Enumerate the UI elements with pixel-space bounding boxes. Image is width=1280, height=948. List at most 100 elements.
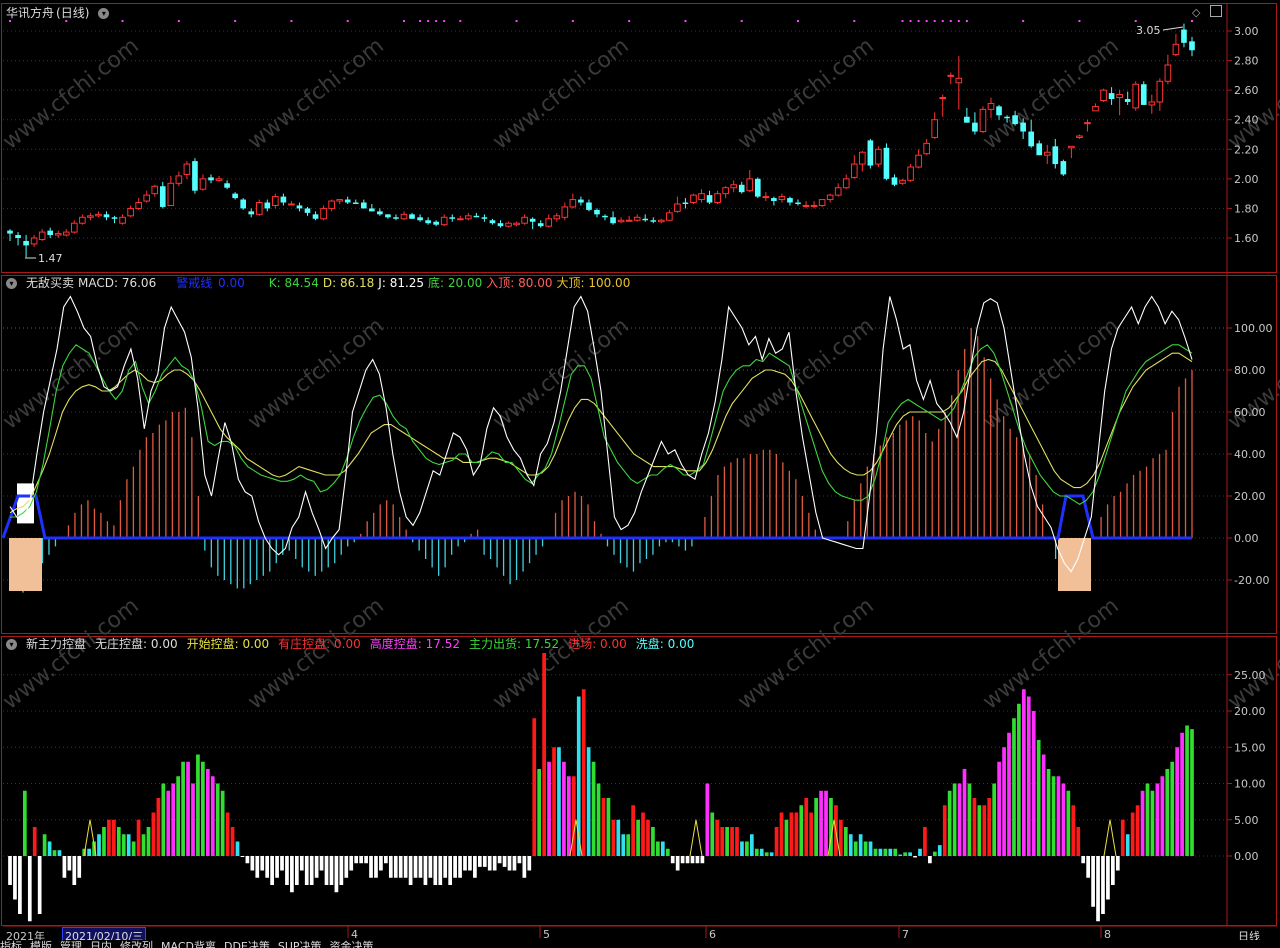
control-bar <box>1160 776 1165 856</box>
control-bar <box>1130 812 1135 856</box>
control-bar <box>853 841 858 856</box>
control-bar <box>354 856 359 864</box>
candle-body <box>425 220 431 224</box>
candle-body <box>38 231 46 240</box>
candle-body <box>795 202 801 204</box>
macd-tick-label: 20.00 <box>1234 490 1266 503</box>
panel-frame <box>1 636 1277 926</box>
control-bar <box>255 856 260 878</box>
candle-body <box>674 203 681 212</box>
control-bar <box>463 856 467 871</box>
control-bar <box>245 856 250 864</box>
toolbar-item[interactable]: DDE决策 <box>224 941 270 948</box>
control-bar <box>191 783 195 856</box>
control-bar <box>1120 819 1125 856</box>
signal-dot <box>419 20 422 22</box>
control-bar <box>932 851 937 856</box>
control-bar <box>1026 696 1031 856</box>
control-bar <box>542 653 546 856</box>
candle-body <box>192 161 198 191</box>
candle-body <box>1172 43 1180 56</box>
control-bar <box>388 856 393 878</box>
warn-label: 警戒线 <box>176 276 217 290</box>
control-bar <box>893 848 898 856</box>
control-bar <box>918 848 922 856</box>
candle-body <box>650 220 657 222</box>
candle-body <box>553 215 561 220</box>
control-bar <box>858 834 863 856</box>
control-bar <box>517 856 522 864</box>
candle-body <box>87 215 94 218</box>
control-bar <box>1007 732 1011 856</box>
control-bar <box>987 798 992 856</box>
toolbar-item[interactable]: 修改列 <box>120 941 153 948</box>
candle-body <box>344 199 351 203</box>
candle-body <box>497 223 504 227</box>
control-bar <box>166 790 171 856</box>
candle-body <box>456 218 464 221</box>
control-bar <box>908 852 912 856</box>
settings-icon[interactable]: ▾ <box>98 8 110 19</box>
macd-tick-label: 80.00 <box>1234 364 1266 377</box>
signal-dot <box>459 20 462 22</box>
candle-body <box>320 207 327 220</box>
bottom-signal-box <box>9 538 42 591</box>
candle-body <box>569 199 577 208</box>
control-bar <box>107 819 111 856</box>
control-bar <box>685 856 690 864</box>
control-bar <box>13 856 17 900</box>
control-tick-label: 25.00 <box>1234 669 1266 682</box>
price-tick-label: 3.00 <box>1234 25 1259 38</box>
candle-body <box>7 230 13 234</box>
diamond-icon[interactable]: ◇ <box>1192 6 1200 19</box>
control-bar <box>749 834 754 856</box>
control-bar <box>1036 740 1041 856</box>
j-line <box>9 352 1193 514</box>
control-bar <box>146 827 151 856</box>
control-bar <box>319 856 324 871</box>
candle-body <box>377 211 383 215</box>
control-bar <box>502 856 507 867</box>
toolbar-item[interactable]: 资金决策 <box>330 941 374 948</box>
candle-body <box>746 178 754 192</box>
control-bar <box>121 834 126 856</box>
candle-body <box>633 216 641 221</box>
candle-body <box>586 202 592 210</box>
toolbar-item[interactable]: 模版 <box>30 941 52 948</box>
candle-body <box>1124 99 1131 102</box>
toolbar-item[interactable]: 日内 <box>90 941 112 948</box>
window-icon[interactable] <box>1210 5 1222 17</box>
control-bar <box>512 856 517 871</box>
chart-canvas[interactable]: www.cfchi.com www.cfchi.com www.cfchi.com w… <box>0 0 1280 948</box>
candle-body <box>642 218 649 221</box>
control-bar <box>863 841 868 856</box>
control-bar <box>759 848 764 856</box>
control-settings-icon[interactable]: ▾ <box>6 639 17 650</box>
toolbar-item[interactable]: 管理 <box>60 941 82 948</box>
candle-body <box>272 196 279 206</box>
toolbar-item[interactable]: SUP决策 <box>278 941 322 948</box>
macd-value: MACD: 76.06 <box>78 276 157 290</box>
macd-settings-icon[interactable]: ▾ <box>6 278 17 289</box>
control-bar <box>1046 769 1051 856</box>
candle-body <box>1100 89 1107 101</box>
candle-body <box>449 217 456 219</box>
low-price-label: 1.47 <box>38 252 63 265</box>
candle-body <box>979 108 987 133</box>
control-bar <box>482 856 487 867</box>
toolbar-item[interactable]: 指标 <box>0 941 22 948</box>
control-bar <box>903 852 908 856</box>
candle-body <box>1052 146 1059 165</box>
control-tick-label: 0.00 <box>1234 850 1259 863</box>
toolbar-item[interactable]: MACD背离 <box>161 941 216 948</box>
watermark: www.cfchi.com <box>243 313 388 434</box>
candle-body <box>352 202 359 204</box>
candle-body <box>1108 93 1115 100</box>
bottom-toolbar: 指标 模版 管理 日内 修改列 MACD背离 DDE决策 SUP决策 资金决策 <box>0 940 1280 948</box>
candle-body <box>264 202 271 209</box>
signal-dot <box>403 20 405 22</box>
candle-body <box>255 202 263 215</box>
signal-dot <box>1078 20 1081 22</box>
candle-body <box>215 178 223 181</box>
signal-dot <box>1134 20 1137 22</box>
